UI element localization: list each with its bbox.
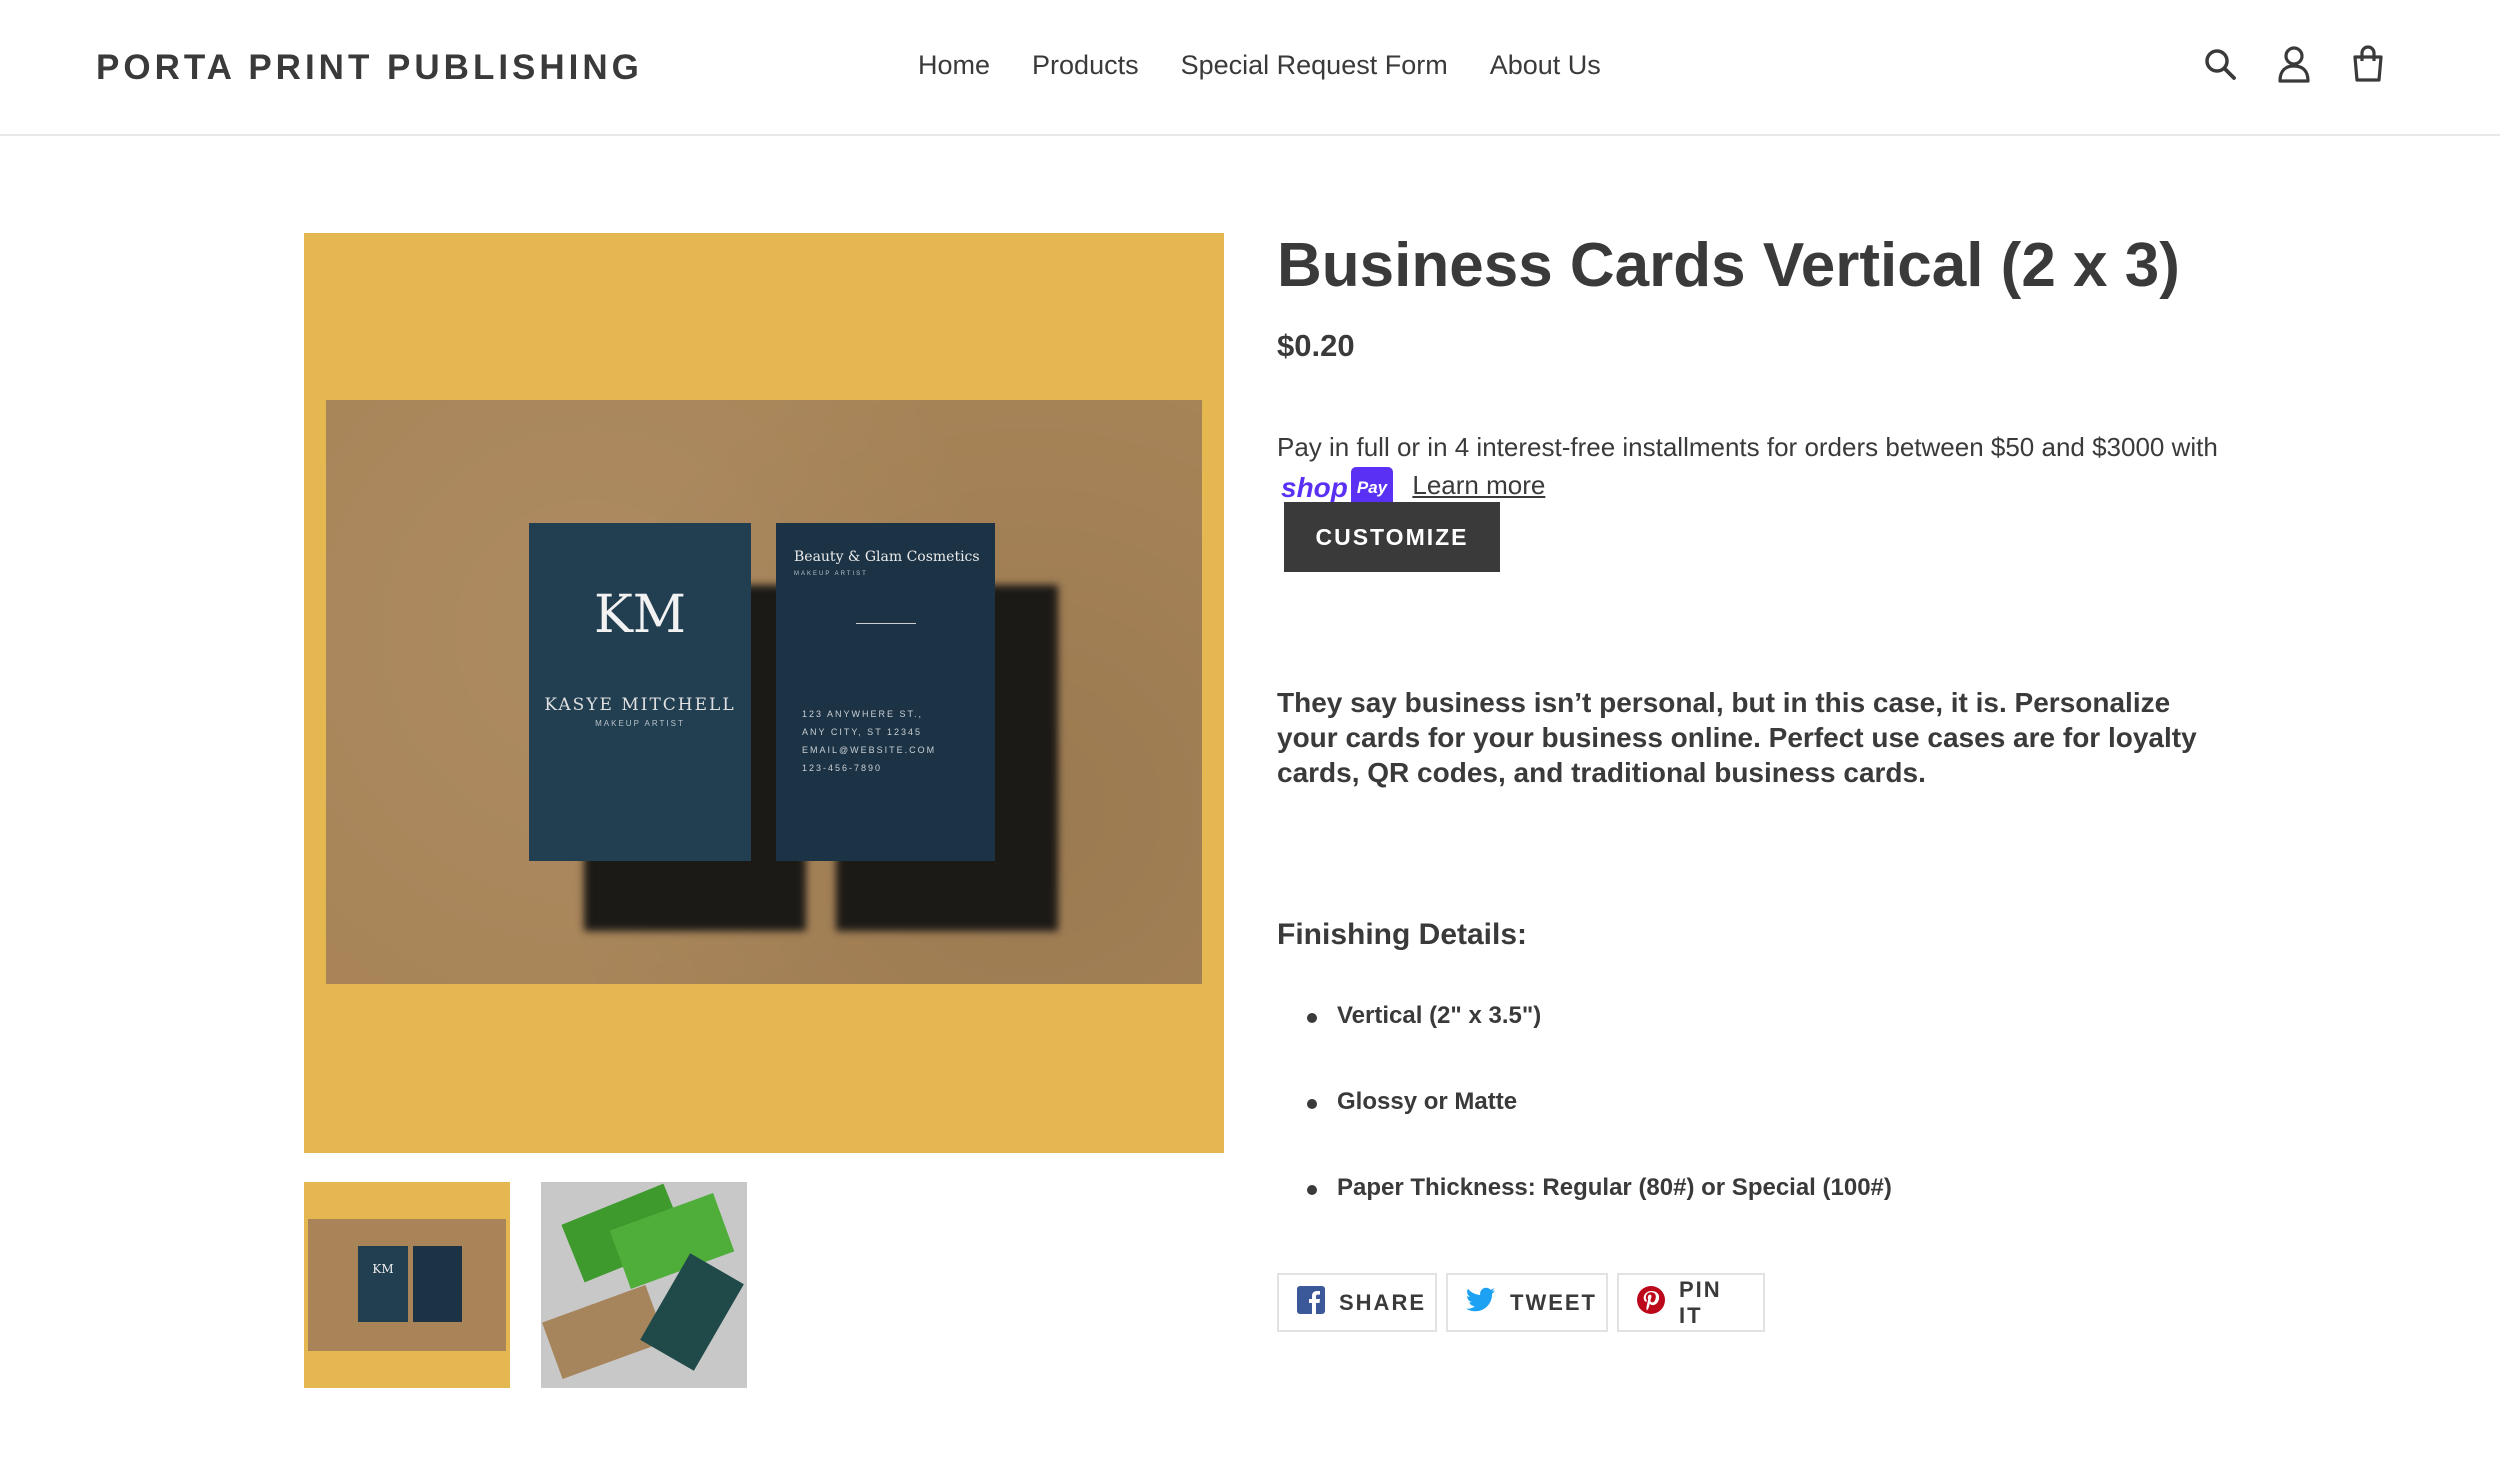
- card-role: MAKEUP ARTIST: [595, 719, 685, 728]
- card-name: KASYE MITCHELL: [544, 695, 736, 715]
- site-header: PORTA PRINT PUBLISHING Home Products Spe…: [0, 0, 2500, 136]
- product-main-image[interactable]: KM KASYE MITCHELL MAKEUP ARTIST Beauty &…: [304, 233, 1224, 1153]
- share-label: SHARE: [1339, 1289, 1427, 1315]
- site-logo[interactable]: PORTA PRINT PUBLISHING: [96, 48, 643, 88]
- product-title: Business Cards Vertical (2 x 3): [1277, 231, 2180, 300]
- cart-icon[interactable]: [2348, 44, 2388, 84]
- share-twitter-button[interactable]: TWEET: [1446, 1273, 1608, 1332]
- list-item: Vertical (2" x 3.5"): [1307, 1002, 1892, 1088]
- customize-button[interactable]: CUSTOMIZE: [1284, 502, 1500, 572]
- finishing-details-heading: Finishing Details:: [1277, 918, 1528, 951]
- card-address-line: EMAIL@WEBSITE.COM: [802, 745, 937, 755]
- main-nav: Home Products Special Request Form About…: [918, 50, 1601, 81]
- card-address-line: 123 ANYWHERE ST.,: [802, 709, 924, 719]
- share-facebook-button[interactable]: SHARE: [1277, 1273, 1437, 1332]
- nav-about-us[interactable]: About Us: [1490, 50, 1601, 81]
- thumbnail-card-front: KM: [358, 1246, 408, 1322]
- thumbnail-card-back: [413, 1246, 462, 1322]
- finishing-details-list: Vertical (2" x 3.5") Glossy or Matte Pap…: [1307, 1002, 1892, 1260]
- card-front: KM KASYE MITCHELL MAKEUP ARTIST: [529, 523, 751, 861]
- installments-message: Pay in full or in 4 interest-free instal…: [1277, 428, 2277, 509]
- nav-products[interactable]: Products: [1032, 50, 1139, 81]
- product-description: They say business isn’t personal, but in…: [1277, 687, 2197, 788]
- thumbnail-photo: KM: [308, 1219, 506, 1351]
- facebook-icon: [1297, 1285, 1325, 1320]
- learn-more-link[interactable]: Learn more: [1412, 470, 1545, 500]
- card-address: 123 ANYWHERE ST., ANY CITY, ST 12345 EMA…: [802, 705, 936, 777]
- list-item: Glossy or Matte: [1307, 1088, 1892, 1174]
- installments-text: Pay in full or in 4 interest-free instal…: [1277, 432, 2218, 462]
- thumbnail-monogram: KM: [372, 1262, 394, 1276]
- product-price: $0.20: [1277, 328, 1355, 363]
- card-address-line: 123-456-7890: [802, 763, 883, 773]
- header-icons: [2200, 44, 2388, 84]
- card-brand: Beauty & Glam Cosmetics: [794, 549, 980, 565]
- product-thumbnail-2[interactable]: [541, 1182, 747, 1388]
- card-address-line: ANY CITY, ST 12345: [802, 727, 923, 737]
- card-back-role: MAKEUP ARTIST: [794, 571, 868, 577]
- pinterest-icon: [1637, 1285, 1665, 1320]
- twitter-icon: [1466, 1287, 1496, 1319]
- product-thumbnail-1[interactable]: KM: [304, 1182, 510, 1388]
- list-item: Paper Thickness: Regular (80#) or Specia…: [1307, 1174, 1892, 1260]
- account-icon[interactable]: [2274, 44, 2314, 84]
- tweet-label: TWEET: [1510, 1289, 1597, 1315]
- pin-it-label: PIN IT: [1679, 1276, 1722, 1328]
- card-divider: [856, 623, 916, 624]
- business-card-photo: KM KASYE MITCHELL MAKEUP ARTIST Beauty &…: [326, 400, 1202, 984]
- share-pinterest-button[interactable]: PIN IT: [1617, 1273, 1765, 1332]
- card-back: Beauty & Glam Cosmetics MAKEUP ARTIST 12…: [776, 523, 995, 861]
- search-icon[interactable]: [2200, 44, 2240, 84]
- nav-special-request-form[interactable]: Special Request Form: [1181, 50, 1448, 81]
- card-monogram: KM: [593, 585, 687, 645]
- nav-home[interactable]: Home: [918, 50, 990, 81]
